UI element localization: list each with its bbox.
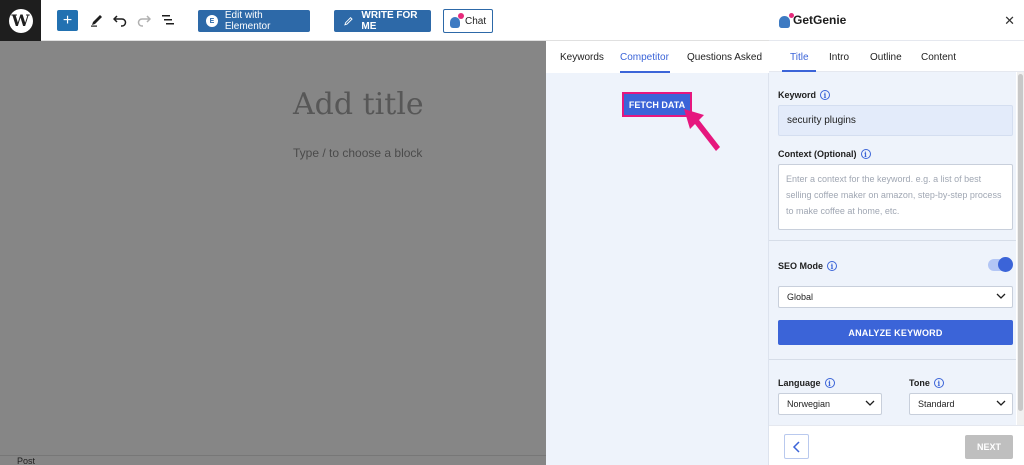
section-divider (769, 359, 1016, 360)
language-value: Norwegian (787, 399, 831, 409)
seo-mode-value: Global (787, 292, 814, 302)
elementor-icon: E (206, 15, 218, 27)
edit-with-elementor-label: Edit with Elementor (224, 10, 271, 32)
plus-icon: + (62, 11, 73, 29)
list-view-icon (162, 15, 174, 25)
pen-icon (344, 17, 353, 26)
tools-button[interactable] (87, 10, 107, 30)
seo-mode-select[interactable]: Global (778, 286, 1013, 308)
getgenie-brand: GetGenie (793, 13, 847, 27)
toggle-knob (998, 257, 1013, 272)
breadcrumb-post[interactable]: Post (17, 456, 35, 465)
editor-status-bar: Post (0, 455, 546, 465)
context-textarea[interactable]: Enter a context for the keyword. e.g. a … (778, 164, 1013, 230)
pointer-arrow-icon (684, 109, 720, 151)
block-appender[interactable]: Type / to choose a block (293, 146, 422, 160)
keyword-label: Keyword i (778, 90, 831, 100)
chevron-down-icon (996, 291, 1006, 304)
add-block-button[interactable]: + (57, 10, 78, 31)
language-label: Language i (778, 378, 835, 388)
seo-mode-toggle[interactable] (988, 257, 1013, 272)
tone-value: Standard (918, 399, 955, 409)
chat-label: Chat (465, 15, 487, 27)
context-label: Context (Optional) i (778, 149, 871, 159)
edit-with-elementor-button[interactable]: E Edit with Elementor (198, 10, 310, 32)
info-icon[interactable]: i (933, 378, 944, 388)
sidebar-scrollbar[interactable] (1017, 72, 1024, 425)
editor-canvas: Add title Type / to choose a block (0, 41, 546, 465)
undo-button[interactable] (110, 10, 130, 30)
wordpress-logo-button[interactable]: W (0, 0, 41, 41)
pencil-icon (91, 15, 102, 27)
info-icon[interactable]: i (824, 378, 835, 388)
section-divider (769, 240, 1016, 241)
redo-button[interactable] (134, 10, 154, 30)
language-label-text: Language (778, 378, 821, 388)
fetch-data-button[interactable]: FETCH DATA (624, 94, 690, 115)
getgenie-logo-icon (778, 12, 794, 28)
tab-questions-asked[interactable]: Questions Asked (687, 52, 762, 63)
next-button[interactable]: NEXT (965, 435, 1013, 459)
getgenie-footer: NEXT (769, 425, 1024, 465)
getgenie-sidebar: GetGenie ✕ Title Intro Outline Content K… (769, 0, 1024, 465)
wordpress-icon: W (8, 8, 33, 33)
write-for-me-button[interactable]: WRITE FOR ME (334, 10, 431, 32)
chevron-down-icon (996, 398, 1006, 411)
post-title-field[interactable]: Add title (293, 87, 424, 122)
tab-outline[interactable]: Outline (870, 52, 902, 63)
writing-tabs: Title Intro Outline Content (769, 41, 1024, 72)
tone-label: Tone i (909, 378, 944, 388)
chevron-left-icon (792, 440, 800, 453)
redo-icon (137, 15, 151, 27)
context-label-text: Context (Optional) (778, 149, 857, 159)
keyword-input[interactable]: security plugins (778, 105, 1013, 136)
getgenie-header: GetGenie ✕ (769, 0, 1024, 41)
document-overview-button[interactable] (158, 10, 178, 30)
editor-toolbar: W + E Edit with Elementor WRITE FOR ME C… (0, 0, 769, 41)
chat-button[interactable]: Chat (443, 9, 493, 33)
write-for-me-label: WRITE FOR ME (361, 10, 418, 32)
tone-label-text: Tone (909, 378, 930, 388)
getgenie-form: Keyword i security plugins Context (Opti… (769, 72, 1016, 425)
info-icon[interactable]: i (827, 261, 838, 271)
close-icon[interactable]: ✕ (1004, 13, 1015, 29)
research-tabs: Keywords Competitor Questions Asked (546, 41, 769, 73)
info-icon[interactable]: i (820, 90, 831, 100)
seo-mode-label: SEO Mode i (778, 261, 838, 271)
language-select[interactable]: Norwegian (778, 393, 882, 415)
genie-icon (448, 13, 464, 29)
active-tab-indicator (620, 71, 670, 73)
competitor-panel: Keywords Competitor Questions Asked FETC… (546, 41, 769, 465)
tab-intro[interactable]: Intro (829, 52, 849, 63)
tone-select[interactable]: Standard (909, 393, 1013, 415)
info-icon[interactable]: i (860, 149, 871, 159)
scrollbar-thumb[interactable] (1018, 74, 1023, 411)
back-button[interactable] (784, 434, 809, 459)
tab-content[interactable]: Content (921, 52, 956, 63)
analyze-keyword-button[interactable]: ANALYZE KEYWORD (778, 320, 1013, 345)
tab-competitor[interactable]: Competitor (620, 52, 669, 63)
tab-title[interactable]: Title (790, 52, 809, 63)
keyword-label-text: Keyword (778, 90, 817, 100)
tab-keywords[interactable]: Keywords (560, 52, 604, 63)
undo-icon (113, 15, 127, 27)
seo-mode-label-text: SEO Mode (778, 261, 824, 271)
chevron-down-icon (865, 398, 875, 411)
